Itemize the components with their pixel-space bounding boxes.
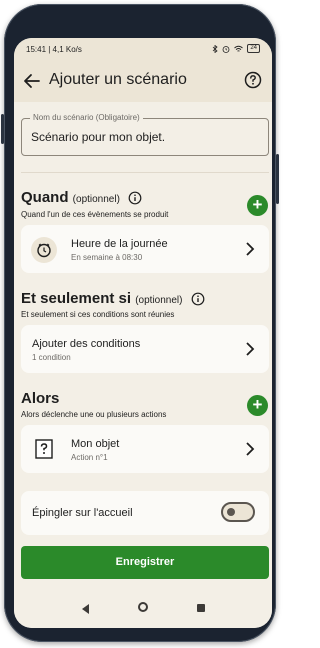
app-screen: 15:41 | 4,1 Ko/s 24 Ajouter un scénario … — [14, 38, 272, 628]
battery-indicator: 24 — [247, 44, 260, 53]
scenario-name-label: Nom du scénario (Obligatoire) — [30, 113, 143, 122]
pin-label: Épingler sur l'accueil — [32, 507, 133, 519]
phone-frame: 15:41 | 4,1 Ko/s 24 Ajouter un scénario … — [1, 4, 279, 642]
alors-title: Alors — [21, 390, 60, 407]
page-title: Ajouter un scénario — [49, 71, 187, 88]
scenario-name-value[interactable]: Scénario pour mon objet. — [31, 130, 165, 144]
unknown-object-icon — [35, 439, 53, 459]
divider — [21, 172, 269, 173]
nav-home-icon[interactable] — [138, 602, 148, 612]
question-circle-icon[interactable] — [242, 69, 264, 91]
chevron-right-icon — [246, 442, 255, 456]
alarm-icon — [222, 45, 230, 53]
status-time: 15:41 | 4,1 Ko/s — [26, 45, 82, 54]
bluetooth-icon — [213, 44, 218, 53]
wifi-icon — [234, 45, 244, 52]
chevron-right-icon — [246, 242, 255, 256]
action-card[interactable]: Mon objet Action n°1 — [21, 425, 269, 473]
event-card[interactable]: Heure de la journée En semaine à 08:30 — [21, 225, 269, 273]
seulement-title-text: Et seulement si — [21, 290, 132, 307]
seulement-title: Et seulement si (optionnel) — [21, 290, 205, 307]
quand-subtitle: Quand l'un de ces évènements se produit — [21, 210, 169, 219]
conditions-card[interactable]: Ajouter des conditions 1 condition — [21, 325, 269, 373]
add-event-button[interactable]: + — [247, 195, 268, 216]
seulement-subtitle: Et seulement si ces conditions sont réun… — [21, 310, 175, 319]
scenario-name-field[interactable]: Nom du scénario (Obligatoire) Scénario p… — [21, 113, 269, 156]
alors-subtitle: Alors déclenche une ou plusieurs actions — [21, 410, 167, 419]
conditions-card-title: Ajouter des conditions — [32, 338, 141, 350]
android-nav-bar — [14, 590, 272, 628]
volume-button — [1, 114, 4, 144]
toggle-knob — [227, 508, 235, 516]
status-icons: 24 — [212, 44, 260, 53]
action-card-title: Mon objet — [71, 438, 120, 450]
nav-back-icon[interactable] — [82, 604, 89, 614]
nav-recent-icon[interactable] — [197, 604, 205, 612]
event-card-subtitle: En semaine à 08:30 — [71, 253, 143, 262]
action-card-subtitle: Action n°1 — [71, 453, 108, 462]
quand-title: Quand (optionnel) — [21, 189, 142, 206]
add-action-button[interactable]: + — [247, 395, 268, 416]
quand-optional: (optionnel) — [72, 194, 120, 205]
pin-card: Épingler sur l'accueil — [21, 491, 269, 535]
arrow-left-icon[interactable] — [20, 69, 44, 93]
event-card-title: Heure de la journée — [71, 238, 168, 250]
pin-toggle[interactable] — [221, 502, 255, 522]
info-icon[interactable] — [191, 292, 205, 306]
chevron-right-icon — [246, 342, 255, 356]
save-button[interactable]: Enregistrer — [21, 546, 269, 579]
status-bar: 15:41 | 4,1 Ko/s 24 — [14, 38, 272, 60]
power-button — [276, 154, 279, 204]
app-bar: Ajouter un scénario — [14, 60, 272, 102]
clock-glyph — [37, 243, 51, 258]
quand-title-text: Quand — [21, 189, 69, 206]
clock-icon — [31, 237, 57, 263]
info-icon[interactable] — [128, 191, 142, 205]
conditions-card-subtitle: 1 condition — [32, 353, 71, 362]
seulement-optional: (optionnel) — [135, 295, 183, 306]
